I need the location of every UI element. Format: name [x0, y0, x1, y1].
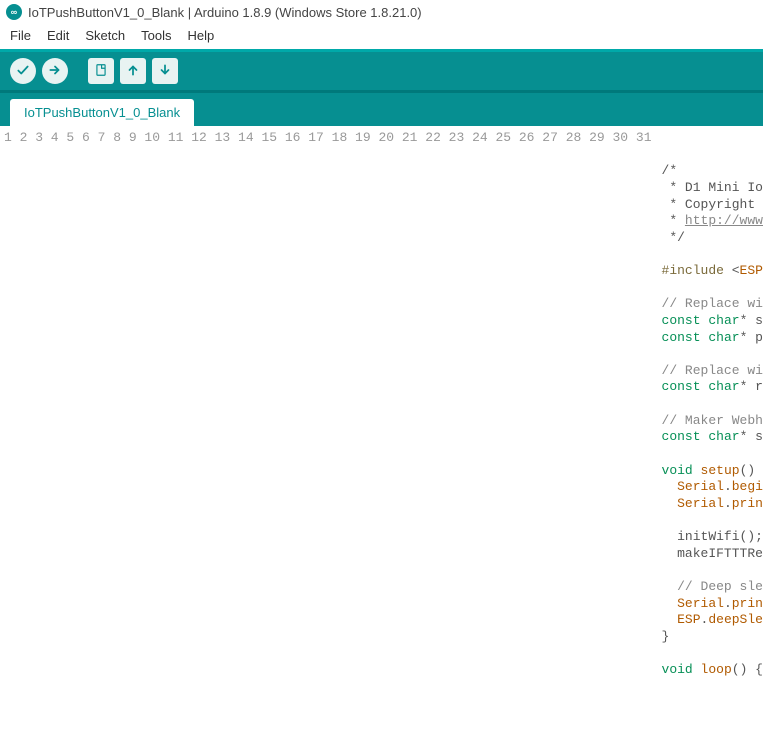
save-sketch-button[interactable]: [152, 58, 178, 84]
menu-tools[interactable]: Tools: [135, 26, 177, 45]
verify-button[interactable]: [10, 58, 36, 84]
code-area[interactable]: /* * D1 Mini IoT Button * Copyright cabu…: [660, 126, 763, 749]
arrow-up-icon: [126, 63, 140, 80]
file-icon: [94, 63, 108, 80]
new-sketch-button[interactable]: [88, 58, 114, 84]
toolbar: [0, 49, 763, 93]
arrow-down-icon: [158, 63, 172, 80]
menu-edit[interactable]: Edit: [41, 26, 75, 45]
window-titlebar: ∞ IoTPushButtonV1_0_Blank | Arduino 1.8.…: [0, 0, 763, 24]
upload-button[interactable]: [42, 58, 68, 84]
menubar: FileEditSketchToolsHelp: [0, 24, 763, 49]
tab-active[interactable]: IoTPushButtonV1_0_Blank: [10, 99, 194, 126]
window-title: IoTPushButtonV1_0_Blank | Arduino 1.8.9 …: [28, 5, 422, 20]
menu-help[interactable]: Help: [181, 26, 220, 45]
menu-file[interactable]: File: [4, 26, 37, 45]
open-sketch-button[interactable]: [120, 58, 146, 84]
tabbar: IoTPushButtonV1_0_Blank: [0, 93, 763, 126]
check-icon: [16, 63, 30, 80]
menu-sketch[interactable]: Sketch: [79, 26, 131, 45]
code-editor[interactable]: 1 2 3 4 5 6 7 8 9 10 11 12 13 14 15 16 1…: [0, 126, 763, 749]
line-gutter: 1 2 3 4 5 6 7 8 9 10 11 12 13 14 15 16 1…: [0, 126, 660, 749]
arrow-right-icon: [48, 63, 62, 80]
arduino-logo-icon: ∞: [6, 4, 22, 20]
